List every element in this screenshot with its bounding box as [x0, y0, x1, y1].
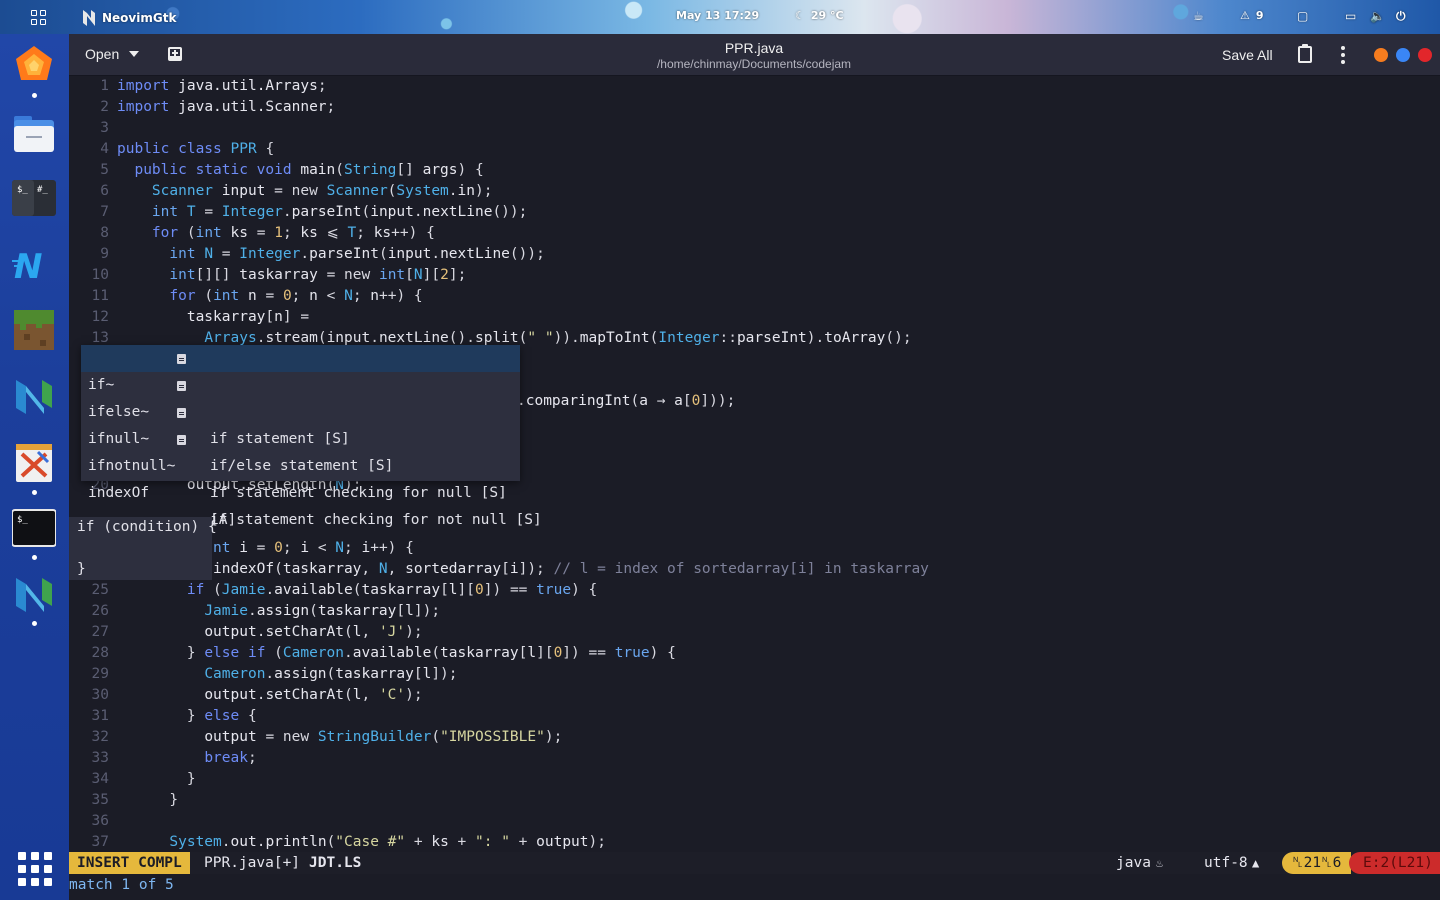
running-indicator [32, 555, 37, 560]
dock-neovim[interactable] [12, 374, 56, 418]
neovim-gtk-dock-icon: N [12, 247, 42, 286]
folder-icon [14, 116, 54, 152]
dock-xournal[interactable] [12, 440, 56, 484]
notification-icon: ⚠ [1240, 9, 1250, 22]
notification-indicator[interactable]: ⚠ 9 [1240, 9, 1264, 22]
chevron-down-icon [129, 51, 140, 57]
window-title: PPR.java [724, 40, 784, 56]
moon-icon: ☾ [795, 9, 805, 22]
xournal-icon [16, 444, 52, 482]
open-button-label: Open [85, 46, 120, 62]
statusline-lsp: JDT.LS [309, 855, 362, 871]
window-subtitle: /home/chinmay/Documents/codejam [656, 57, 852, 71]
tray-cup[interactable]: ☕ [1193, 9, 1204, 23]
show-apps-icon[interactable] [18, 852, 52, 886]
window-title-block: PPR.java /home/chinmay/Documents/codejam [549, 40, 959, 71]
monitor-icon: ▭ [1345, 9, 1357, 23]
completion-item-selected[interactable]: if~ if statement [S] [81, 345, 520, 447]
statusline-filename: PPR.java[+] [204, 855, 301, 871]
save-all-button[interactable]: Save All [1222, 47, 1273, 63]
firefox-icon [16, 46, 52, 80]
power-icon: ⏻ [1396, 9, 1406, 23]
dock-minecraft[interactable] [12, 308, 56, 352]
running-indicator [32, 93, 37, 98]
terminal-icon: $_ #_ [12, 180, 56, 216]
menu-kebab-icon[interactable] [1341, 46, 1345, 64]
dock-firefox[interactable] [12, 44, 56, 88]
display-indicator[interactable]: ▭ [1345, 9, 1356, 23]
dock-terminal-2[interactable]: $_ [12, 506, 56, 550]
window-headerbar: Open PPR.java /home/chinmay/Documents/co… [69, 34, 1440, 76]
snippet-icon [177, 381, 186, 391]
new-tab-icon[interactable] [168, 47, 182, 61]
preview-line: } [77, 561, 86, 577]
clipboard-indicator[interactable]: ▢ [1297, 9, 1308, 23]
svg-text:$_: $_ [17, 515, 28, 525]
close-button[interactable] [1418, 48, 1432, 62]
open-button[interactable]: Open [85, 46, 140, 62]
java-icon: ♨ [1156, 856, 1164, 870]
volume-indicator[interactable]: 🔈 [1370, 9, 1385, 23]
mode-indicator: INSERT COMPL [69, 852, 190, 874]
snippet-icon [177, 435, 186, 445]
dock-neovim-gtk[interactable]: N [12, 242, 56, 286]
running-indicator [32, 490, 37, 495]
power-indicator[interactable]: ⏻ [1396, 9, 1406, 24]
dock-terminal[interactable]: $_ #_ [12, 176, 56, 220]
notification-count: 9 [1255, 9, 1264, 22]
completion-item[interactable]: ifnull~ if statement checking for null [… [81, 399, 520, 501]
svg-text:#_: #_ [37, 185, 48, 195]
active-app-name: NeovimGtk [102, 11, 177, 25]
clock-label: May 13 17:29 [676, 9, 760, 22]
neovim-icon [16, 380, 52, 414]
statusline-filetype: java [1116, 855, 1151, 871]
maximize-button[interactable] [1396, 48, 1410, 62]
weather-indicator[interactable]: ☾ 29 °C [795, 9, 844, 22]
statusline-position: ␤21␤6 [1282, 852, 1352, 874]
completion-menu: if~ if statement [S] ifelse~ if/else sta… [81, 345, 542, 528]
command-line[interactable]: match 1 of 5 [69, 874, 1440, 900]
svg-text:$_: $_ [17, 185, 28, 195]
clipboard-icon: ▢ [1297, 9, 1309, 23]
volume-icon: 🔈 [1370, 9, 1385, 23]
running-indicator [32, 621, 37, 626]
neovim-icon [16, 578, 52, 612]
statusline-encoding: utf-8 [1204, 855, 1248, 871]
completion-item[interactable]: indexOf [A] [81, 453, 520, 528]
statusline: INSERT COMPL PPR.java[+] JDT.LS java ♨ u… [69, 852, 1440, 874]
snippet-icon [177, 408, 186, 418]
activities-button[interactable] [31, 10, 46, 25]
dock-files[interactable] [12, 110, 56, 154]
clipboard-icon[interactable] [1298, 44, 1312, 63]
dock: $_ #_ N $_ [0, 34, 69, 900]
clock[interactable]: May 13 17:29 [676, 9, 759, 22]
active-app[interactable]: NeovimGtk [82, 9, 176, 27]
terminal-icon: $_ [12, 509, 56, 547]
top-panel: NeovimGtk May 13 17:29 ☾ 29 °C ☕ ⚠ 9 ▢ ▭… [0, 0, 1440, 34]
completion-item[interactable]: ifnotnull~ if statement checking for not… [81, 426, 542, 528]
preview-line: if (condition) { [77, 519, 217, 535]
minecraft-icon [14, 310, 54, 350]
neovim-gtk-icon [83, 10, 95, 26]
statusline-errors: E:2(L21) [1349, 852, 1440, 874]
weather-label: 29 °C [810, 9, 844, 22]
cmdline-message: match 1 of 5 [69, 877, 174, 893]
minimize-button[interactable] [1374, 48, 1388, 62]
coffee-icon: ☕ [1193, 9, 1204, 23]
linux-icon: ▲ [1252, 856, 1260, 870]
app-grid-icon [31, 10, 46, 25]
completion-item[interactable]: ifelse~ if/else statement [S] [81, 372, 520, 474]
snippet-preview: if (condition) { } [69, 517, 217, 580]
dock-neovim-2[interactable] [12, 572, 56, 616]
snippet-icon [177, 354, 186, 364]
